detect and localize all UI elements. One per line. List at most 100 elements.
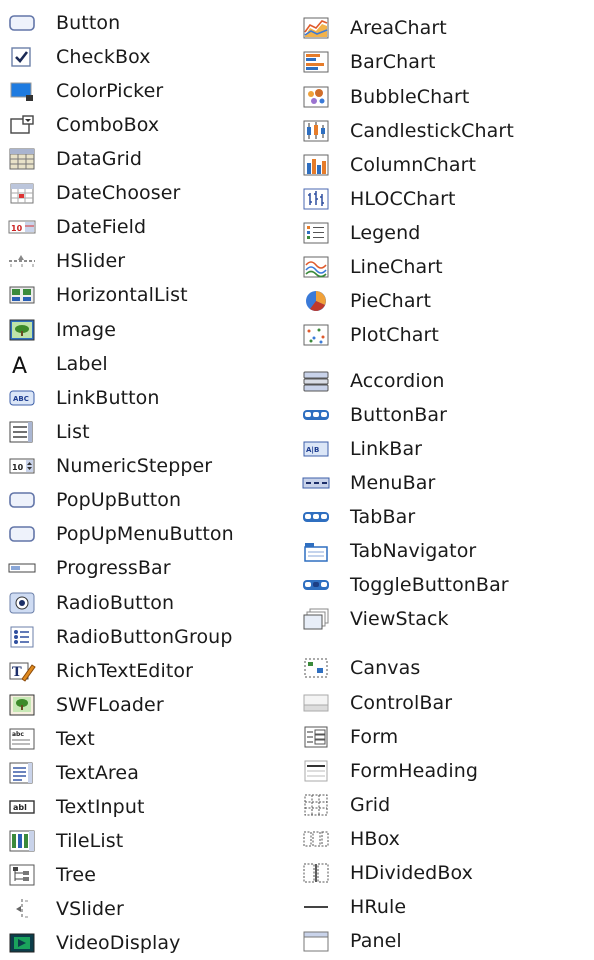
horizontallist-icon (8, 282, 42, 308)
component-label: LineChart (350, 256, 443, 278)
component-linkbar[interactable]: A|B LinkBar (302, 434, 588, 464)
component-richtexteditor[interactable]: T RichTextEditor (8, 656, 294, 686)
component-areachart[interactable]: AreaChart (302, 13, 588, 43)
component-label: ButtonBar (350, 404, 448, 426)
legend-icon (302, 220, 336, 246)
component-tilelist[interactable]: TileList (8, 826, 294, 856)
grid-icon (302, 792, 336, 818)
component-textarea[interactable]: TextArea (8, 758, 294, 788)
component-checkbox[interactable]: CheckBox (8, 42, 294, 72)
component-label: HDividedBox (350, 862, 473, 884)
component-controlbar[interactable]: ControlBar (302, 688, 588, 718)
component-datefield[interactable]: 10 DateField (8, 212, 294, 242)
component-label: TextArea (56, 762, 139, 784)
component-label: Grid (350, 794, 391, 816)
component-videodisplay[interactable]: VideoDisplay (8, 928, 294, 958)
label-icon: A (8, 351, 42, 377)
component-label: RadioButtonGroup (56, 626, 233, 648)
component-accordion[interactable]: Accordion (302, 366, 588, 396)
form-icon (302, 724, 336, 750)
radiobuttongroup-icon (8, 624, 42, 650)
linkbar-icon: A|B (302, 436, 336, 462)
canvas-icon (302, 655, 336, 681)
component-bubblechart[interactable]: BubbleChart (302, 82, 588, 112)
component-hlocchart[interactable]: HLOCChart (302, 184, 588, 214)
component-popupmenubutton[interactable]: PopUpMenuButton (8, 519, 294, 549)
component-barchart[interactable]: BarChart (302, 47, 588, 77)
richtexteditor-icon: T (8, 658, 42, 684)
component-buttonbar[interactable]: ButtonBar (302, 400, 588, 430)
plotchart-icon (302, 322, 336, 348)
component-grid[interactable]: Grid (302, 790, 588, 820)
component-form[interactable]: Form (302, 722, 588, 752)
hrule-icon (302, 894, 336, 920)
component-textinput[interactable]: abl TextInput (8, 792, 294, 822)
component-swfloader[interactable]: SWFLoader (8, 690, 294, 720)
component-tree[interactable]: Tree (8, 860, 294, 890)
buttonbar-icon (302, 402, 336, 428)
component-label: ColorPicker (56, 80, 164, 102)
component-label: CandlestickChart (350, 120, 514, 142)
component-viewstack[interactable]: ViewStack (302, 604, 588, 634)
togglebuttonbar-icon (302, 572, 336, 598)
component-tabbar[interactable]: TabBar (302, 502, 588, 532)
component-label: HSlider (56, 250, 126, 272)
text-icon: abc (8, 726, 42, 752)
component-colorpicker[interactable]: ColorPicker (8, 76, 294, 106)
component-horizontallist[interactable]: HorizontalList (8, 280, 294, 310)
component-image[interactable]: Image (8, 315, 294, 345)
component-hrule[interactable]: HRule (302, 892, 588, 922)
component-label: ComboBox (56, 114, 160, 136)
component-columnchart[interactable]: ColumnChart (302, 150, 588, 180)
component-piechart[interactable]: PieChart (302, 286, 588, 316)
component-panel[interactable]: Panel (302, 926, 588, 956)
component-candlestickchart[interactable]: CandlestickChart (302, 116, 588, 146)
checkbox-icon (8, 44, 42, 70)
component-label: BarChart (350, 51, 436, 73)
component-label: HorizontalList (56, 284, 188, 306)
component-numericstepper[interactable]: 10 NumericStepper (8, 451, 294, 481)
component-linkbutton[interactable]: ABC LinkButton (8, 383, 294, 413)
component-datechooser[interactable]: DateChooser (8, 178, 294, 208)
controlbar-icon (302, 690, 336, 716)
component-label: Legend (350, 222, 421, 244)
component-text[interactable]: abc Text (8, 724, 294, 754)
component-menubar[interactable]: MenuBar (302, 468, 588, 498)
component-label[interactable]: A Label (8, 349, 294, 379)
component-togglebuttonbar[interactable]: ToggleButtonBar (302, 570, 588, 600)
component-hdividedbox[interactable]: HDividedBox (302, 858, 588, 888)
component-linechart[interactable]: LineChart (302, 252, 588, 282)
hslider-icon (8, 248, 42, 274)
linechart-icon (302, 254, 336, 280)
panel-icon (302, 928, 336, 954)
component-radiobutton[interactable]: RadioButton (8, 588, 294, 618)
vslider-icon (8, 896, 42, 922)
component-tabnavigator[interactable]: TabNavigator (302, 536, 588, 566)
component-formheading[interactable]: FormHeading (302, 756, 588, 786)
component-legend[interactable]: Legend (302, 218, 588, 248)
formheading-icon (302, 758, 336, 784)
menubar-icon (302, 470, 336, 496)
component-label: Text (56, 728, 95, 750)
image-icon (8, 317, 42, 343)
tabnavigator-icon (302, 538, 336, 564)
component-label: ControlBar (350, 692, 453, 714)
viewstack-icon (302, 606, 336, 632)
component-popupbutton[interactable]: PopUpButton (8, 485, 294, 515)
hbox-icon (302, 826, 336, 852)
component-hbox[interactable]: HBox (302, 824, 588, 854)
component-plotchart[interactable]: PlotChart (302, 320, 588, 350)
component-vslider[interactable]: VSlider (8, 894, 294, 924)
component-label: Label (56, 353, 108, 375)
component-label: SWFLoader (56, 694, 164, 716)
datagrid-icon (8, 146, 42, 172)
component-list[interactable]: List (8, 417, 294, 447)
component-radiobuttongroup[interactable]: RadioButtonGroup (8, 622, 294, 652)
component-label: TextInput (56, 796, 145, 818)
component-datagrid[interactable]: DataGrid (8, 144, 294, 174)
component-hslider[interactable]: HSlider (8, 246, 294, 276)
component-progressbar[interactable]: ProgressBar (8, 553, 294, 583)
component-button[interactable]: Button (8, 8, 294, 38)
component-canvas[interactable]: Canvas (302, 653, 588, 683)
component-combobox[interactable]: ComboBox (8, 110, 294, 140)
